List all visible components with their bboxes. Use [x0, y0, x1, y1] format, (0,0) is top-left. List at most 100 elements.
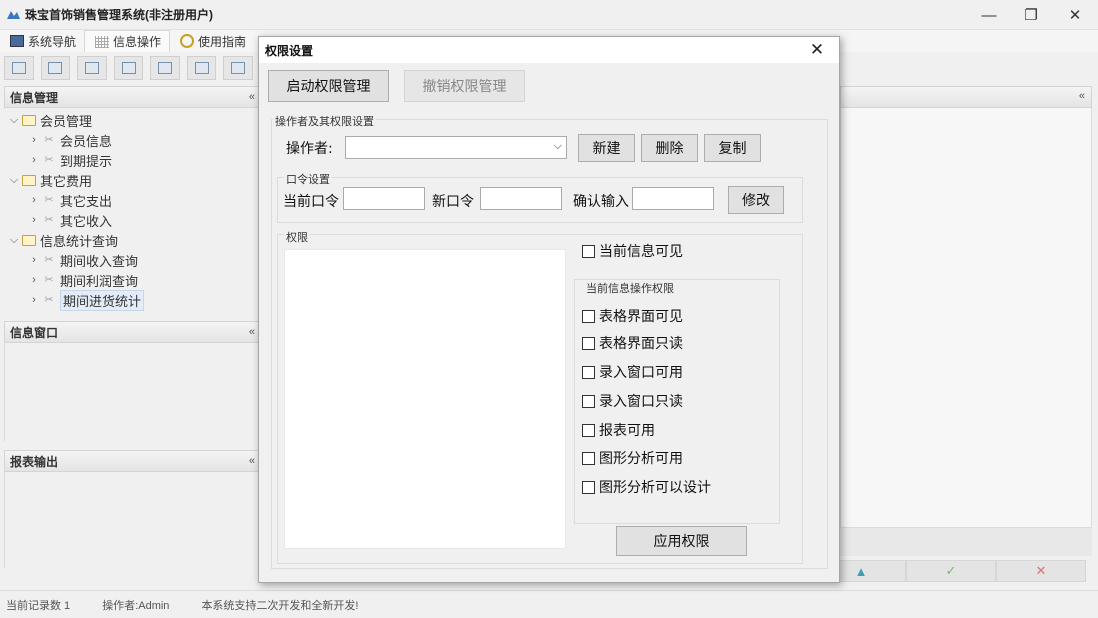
tools-icon: ✂: [44, 134, 54, 146]
tree-label: 其它支出: [60, 193, 113, 209]
checkbox-label: 表格界面只读: [599, 336, 683, 352]
confirm-password-input[interactable]: [632, 187, 714, 210]
copy-operator-button[interactable]: 复制: [704, 134, 761, 162]
tree-folder-statistics[interactable]: ⌵ 信息统计查询: [8, 230, 118, 250]
tools-icon: ✂: [44, 194, 54, 206]
checkbox-icon: [582, 480, 595, 494]
option-checkbox-3[interactable]: 录入窗口只读: [582, 391, 683, 411]
user-button[interactable]: [113, 56, 144, 80]
operator-select[interactable]: ⌵: [345, 136, 567, 159]
tree-item-other-expense[interactable]: › ✂ 其它支出: [28, 190, 112, 210]
checkbox-label: 录入窗口可用: [599, 365, 683, 381]
status-message: 本系统支持二次开发和全新开发!: [201, 599, 359, 612]
tree-label: 会员管理: [40, 113, 93, 129]
cancel-button[interactable]: ✕: [996, 560, 1086, 582]
minimize-button[interactable]: —: [966, 0, 1012, 30]
tools-icon: ✂: [44, 254, 54, 266]
tree-folder-members[interactable]: ⌵ 会员管理: [8, 110, 92, 130]
tab-label: 使用指南: [198, 34, 247, 49]
tools-icon: ✂: [44, 294, 54, 306]
tree-item-period-purchase[interactable]: › ✂ 期间进货统计: [28, 289, 145, 311]
checkbox-icon: [582, 365, 595, 379]
tab-user-guide[interactable]: 使用指南: [170, 30, 254, 52]
restore-button[interactable]: ❐: [1008, 0, 1054, 30]
tab-info-ops[interactable]: 信息操作: [84, 30, 171, 52]
tree-item-expiry-reminder[interactable]: › ✂ 到期提示: [28, 150, 112, 170]
delete-operator-button[interactable]: 删除: [641, 134, 698, 162]
option-checkbox-1[interactable]: 表格界面只读: [582, 333, 683, 353]
tools-icon: ✂: [44, 274, 54, 286]
operator-status: 操作者:Admin: [102, 599, 170, 612]
option-checkbox-6[interactable]: 图形分析可以设计: [582, 477, 711, 497]
new-operator-button[interactable]: 新建: [578, 134, 635, 162]
current-password-input[interactable]: [343, 187, 425, 210]
checkbox-icon: [582, 423, 595, 437]
operator-label: 操作者:: [286, 141, 333, 157]
tree-label: 会员信息: [60, 133, 113, 149]
chevron-right-icon: ›: [32, 294, 36, 306]
document-button[interactable]: [77, 56, 107, 80]
close-window-button[interactable]: ✕: [1052, 0, 1098, 30]
collapse-icon[interactable]: «: [1079, 90, 1085, 102]
dialog-title: 权限设置: [259, 37, 839, 63]
option-checkbox-2[interactable]: 录入窗口可用: [582, 362, 683, 382]
confirm-password-label: 确认输入: [573, 194, 629, 210]
chevron-right-icon: ›: [32, 194, 36, 206]
tools-icon: ✂: [44, 214, 54, 226]
title-bar: 珠宝首饰销售管理系统(非注册用户): [0, 0, 1098, 30]
new-password-label: 新口令: [432, 194, 474, 210]
app-icon: [7, 10, 20, 19]
preview-button[interactable]: [150, 56, 180, 80]
option-checkbox-4[interactable]: 报表可用: [582, 420, 655, 440]
info-panel-header: 信息管理 «: [4, 86, 264, 108]
export-button[interactable]: [186, 56, 217, 80]
option-checkbox-5[interactable]: 图形分析可用: [582, 448, 683, 468]
modify-password-button[interactable]: 修改: [728, 186, 784, 214]
tree-item-other-income[interactable]: › ✂ 其它收入: [28, 210, 112, 230]
list-button[interactable]: [40, 56, 71, 80]
chevron-down-icon: ⌵: [9, 233, 19, 246]
confirm-button[interactable]: ✓: [906, 560, 996, 582]
permission-group-title: 权限: [284, 229, 310, 245]
chevron-right-icon: ›: [32, 214, 36, 226]
collapse-icon[interactable]: «: [249, 455, 255, 467]
tree-label: 信息统计查询: [40, 233, 119, 249]
tree-folder-other-costs[interactable]: ⌵ 其它费用: [8, 170, 92, 190]
permission-list[interactable]: [284, 249, 566, 549]
checkbox-icon: [582, 451, 595, 465]
grid-icon: [95, 35, 110, 48]
tree-item-member-info[interactable]: › ✂ 会员信息: [28, 130, 112, 150]
tab-label: 系统导航: [28, 34, 77, 49]
apply-permission-button[interactable]: 应用权限: [616, 526, 747, 556]
search-button[interactable]: [4, 56, 34, 80]
checkbox-label: 录入窗口只读: [599, 394, 683, 410]
tab-system-nav[interactable]: 系统导航: [0, 30, 84, 52]
current-password-label: 当前口令: [283, 194, 339, 210]
new-password-input[interactable]: [480, 187, 562, 210]
operator-group-title: 操作者及其权限设置: [273, 113, 376, 129]
tree-label: 其它费用: [40, 173, 93, 189]
checkbox-label: 图形分析可用: [599, 451, 683, 467]
option-checkbox-0[interactable]: 表格界面可见: [582, 306, 683, 326]
collapse-icon[interactable]: «: [249, 326, 255, 338]
enable-permission-button[interactable]: 启动权限管理: [268, 70, 389, 102]
list-icon: [48, 62, 63, 74]
collapse-icon[interactable]: «: [249, 91, 255, 103]
current-visible-checkbox[interactable]: 当前信息可见: [582, 241, 683, 261]
close-icon[interactable]: ✕: [795, 37, 839, 63]
monitor-icon: [10, 35, 24, 47]
right-panel-strip: [840, 528, 1092, 556]
checkbox-icon: [582, 244, 595, 258]
folder-icon: [22, 234, 36, 246]
tree-item-period-income[interactable]: › ✂ 期间收入查询: [28, 250, 138, 270]
status-bar: 当前记录数 1 操作者:Admin 本系统支持二次开发和全新开发!: [0, 590, 1098, 618]
preview-icon: [158, 62, 173, 74]
form-button[interactable]: [223, 56, 254, 80]
tree-item-period-profit[interactable]: › ✂ 期间利润查询: [28, 270, 138, 290]
chevron-right-icon: ›: [32, 134, 36, 146]
revoke-permission-button[interactable]: 撤销权限管理: [404, 70, 525, 102]
export-icon: [194, 62, 209, 74]
checkbox-icon: [582, 309, 595, 323]
right-action-buttons: ▲ ✓ ✕: [816, 560, 1088, 582]
right-panel-body: [840, 108, 1092, 528]
